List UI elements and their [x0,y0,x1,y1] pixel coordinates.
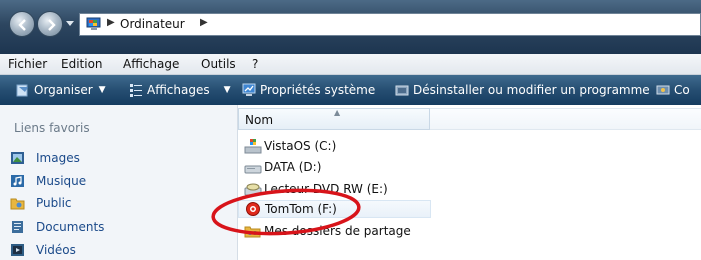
organise-label: Organiser [34,83,93,97]
forward-button[interactable] [37,11,63,37]
views-button[interactable]: Affichages ▼ [129,75,231,105]
breadcrumb-separator[interactable]: ▶ [200,17,208,28]
computer-icon [86,17,101,30]
menu-edit[interactable]: Edition [61,57,103,71]
control-panel-label: Co [674,83,690,97]
command-toolbar: Organiser ▼ Affichages ▼ Propriétés systèm… [0,75,701,105]
favorite-label: Public [36,196,72,210]
dvd-drive-icon [244,183,262,196]
windows-drive-icon [244,139,262,154]
address-bar[interactable]: ▶ Ordinateur ▶ [79,13,701,36]
favorite-documents[interactable]: Documents [10,218,104,236]
organise-icon [16,84,28,97]
column-header-label: Nom [245,113,274,127]
shared-folders-item[interactable]: Mes dossiers de partage [244,222,411,240]
favorite-label: Images [36,151,80,165]
menu-view[interactable]: Affichage [123,57,179,71]
column-header-filler [430,108,701,130]
menu-bar: Fichier Edition Affichage Outils ? [0,54,701,75]
navigation-pane: Liens favoris Images Musique Public Docu… [0,105,238,260]
favorite-label: Musique [36,174,87,188]
drive-label: Lecteur DVD RW (E:) [264,182,388,196]
sort-ascending-icon: ▲ [334,108,341,117]
views-label: Affichages [147,83,210,97]
favorites-title: Liens favoris [14,121,90,135]
favorite-label: Documents [36,220,105,234]
tomtom-drive-icon [246,202,260,216]
views-icon [130,84,142,97]
drive-label: TomTom (F:) [265,202,337,216]
organise-button[interactable]: Organiser ▼ [16,75,106,105]
file-list-pane: ▲ Nom VistaOS (C:) DATA (D:) Lecteur DVD… [238,105,701,260]
system-properties-icon [242,83,256,96]
menu-help[interactable]: ? [252,57,258,71]
favorite-images[interactable]: Images [10,149,80,167]
drive-item[interactable]: VistaOS (C:) [244,137,336,155]
public-folder-icon [10,198,25,210]
arrow-left-icon [18,19,26,31]
images-folder-icon [11,152,24,164]
column-header-name[interactable]: ▲ Nom [238,108,430,130]
drive-item-selected[interactable]: TomTom (F:) [238,200,431,218]
hard-drive-icon [244,165,262,174]
control-panel-button[interactable]: Co [656,75,690,105]
drive-label: VistaOS (C:) [264,139,337,153]
drive-item[interactable]: Lecteur DVD RW (E:) [244,180,388,198]
shared-folders-label: Mes dossiers de partage [264,224,411,238]
menu-tools[interactable]: Outils [201,57,236,71]
back-button[interactable] [9,11,35,37]
videos-folder-icon [11,244,24,256]
history-dropdown-icon[interactable] [66,19,74,27]
chevron-down-icon: ▼ [98,85,106,95]
control-panel-icon [656,85,670,95]
chevron-down-icon: ▼ [223,85,231,95]
favorite-music[interactable]: Musique [10,172,86,190]
system-properties-label: Propriétés système [260,83,376,97]
uninstall-button[interactable]: Désinstaller ou modifier un programme [395,75,650,105]
favorite-label: Vidéos [36,243,76,257]
shared-folders-icon [244,226,261,238]
favorite-public[interactable]: Public [10,194,72,212]
menu-file[interactable]: Fichier [8,57,47,71]
arrow-right-icon [48,19,56,31]
breadcrumb-computer[interactable]: Ordinateur [120,17,185,31]
window-titlebar: ▶ Ordinateur ▶ [0,0,701,54]
breadcrumb-separator[interactable]: ▶ [107,17,115,28]
uninstall-icon [395,85,409,96]
uninstall-label: Désinstaller ou modifier un programme [413,83,650,97]
system-properties-button[interactable]: Propriétés système [242,75,375,105]
music-folder-icon [11,175,24,187]
drive-label: DATA (D:) [264,160,322,174]
favorite-videos[interactable]: Vidéos [10,241,76,259]
documents-folder-icon [12,221,23,233]
drive-item[interactable]: DATA (D:) [244,158,321,176]
